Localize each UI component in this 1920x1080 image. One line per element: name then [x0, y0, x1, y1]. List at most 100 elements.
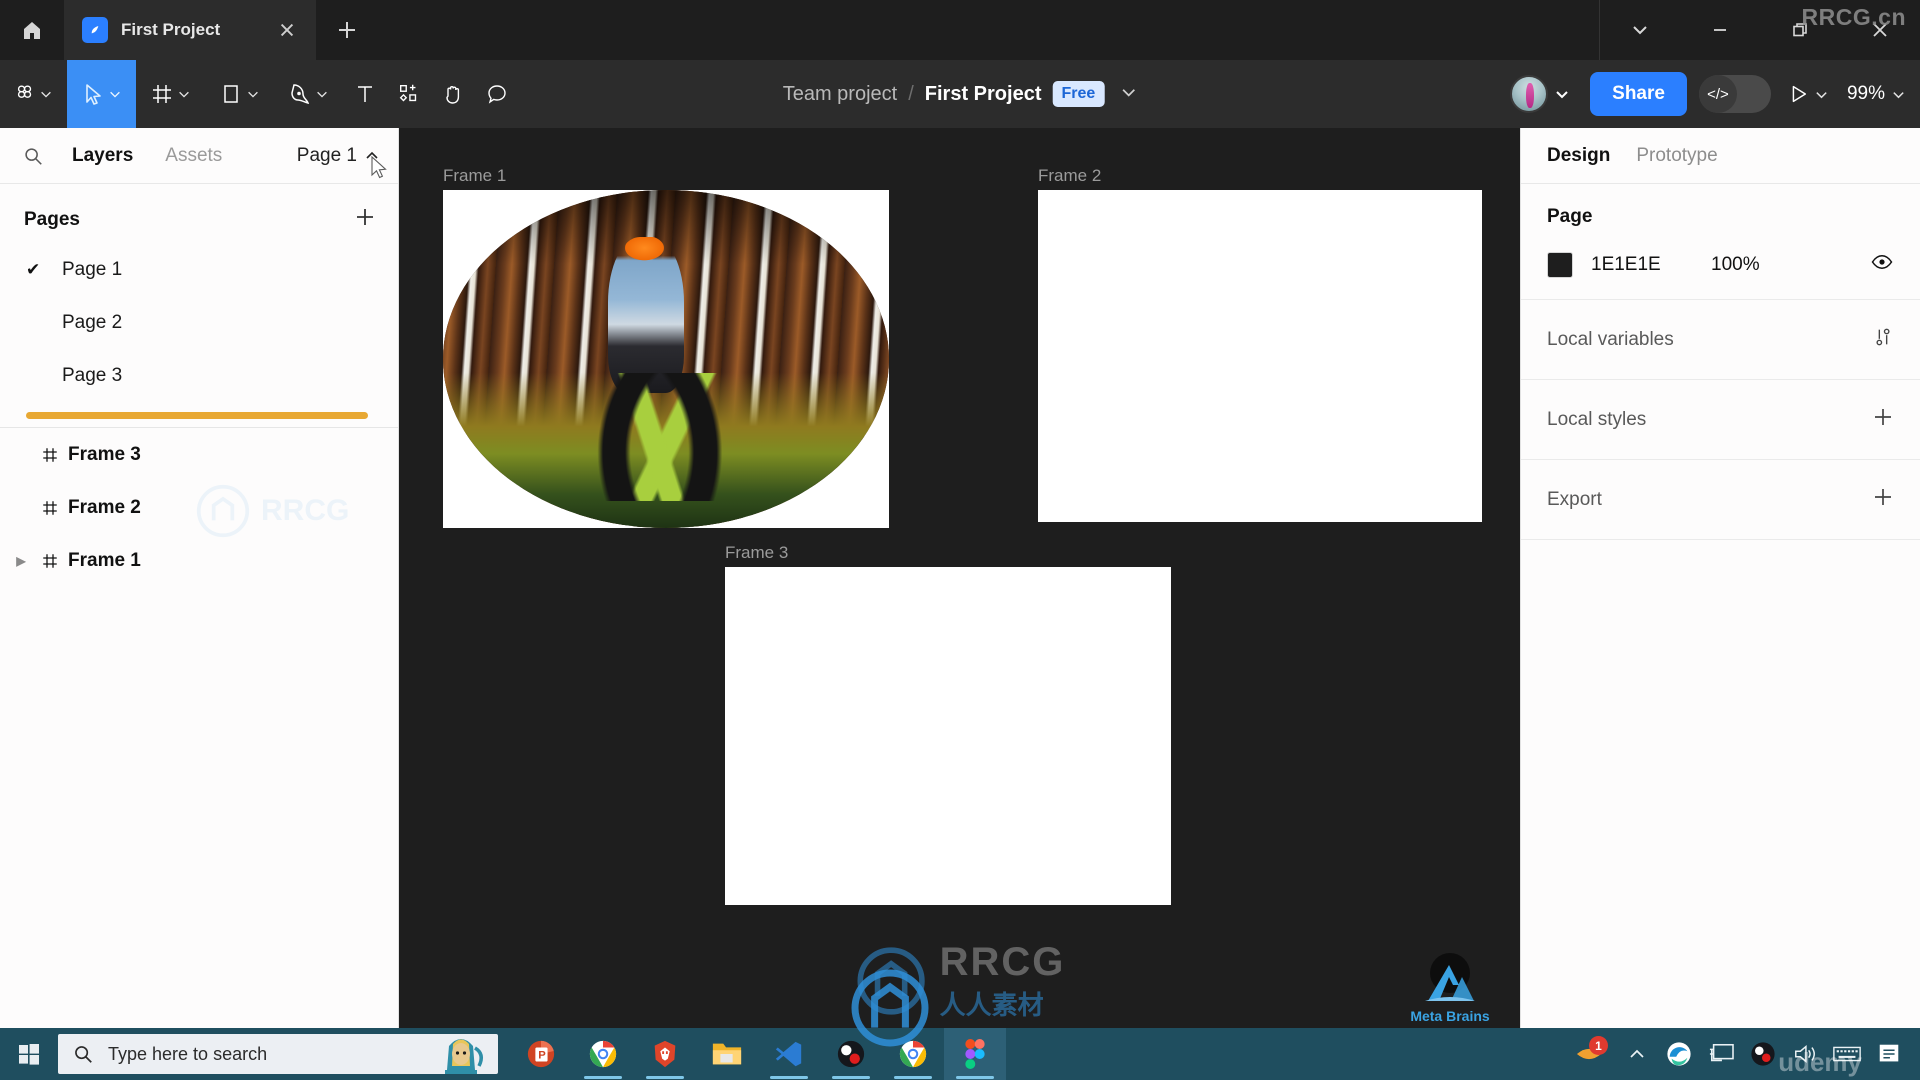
hand-tool-button[interactable]	[431, 60, 475, 128]
taskbar-app-powerpoint[interactable]: P	[510, 1028, 572, 1080]
tab-design[interactable]: Design	[1547, 145, 1610, 167]
pages-title: Pages	[24, 208, 80, 230]
frame-label-2[interactable]: Frame 2	[1038, 166, 1101, 186]
page-selector[interactable]: Page 1	[297, 145, 380, 167]
maximize-button[interactable]	[1760, 0, 1840, 60]
plus-icon	[1875, 488, 1891, 505]
eye-icon	[1871, 255, 1893, 269]
frame-label-1[interactable]: Frame 1	[443, 166, 506, 186]
figma-icon	[965, 1039, 985, 1069]
cyclist-photo	[443, 190, 889, 528]
project-tab[interactable]: First Project	[64, 0, 316, 60]
pages-scrollbar[interactable]	[26, 412, 368, 419]
tray-obs-button[interactable]	[1742, 1028, 1784, 1080]
design-canvas[interactable]: Frame 1 Frame 2 Frame 3 RRCG 人人素材 Meta B…	[399, 128, 1520, 1028]
frame-tool-icon	[153, 85, 171, 103]
shape-tool-button[interactable]	[205, 60, 274, 128]
page-item-label: Page 2	[62, 311, 123, 333]
color-swatch[interactable]	[1547, 251, 1573, 278]
add-style-button[interactable]	[1872, 406, 1894, 434]
taskbar-app-obs[interactable]	[820, 1028, 882, 1080]
pen-tool-button[interactable]	[274, 60, 343, 128]
breadcrumb-project[interactable]: First Project	[925, 83, 1042, 106]
tray-volume-button[interactable]	[1784, 1028, 1826, 1080]
browser-tab-bar: First Project RRCG.cn	[0, 0, 1920, 60]
rrcg-watermark-cn: 人人素材	[939, 990, 1044, 1020]
toolbar-right-group: Share </> 99%	[1500, 60, 1920, 128]
tool-group	[0, 60, 519, 128]
powerpoint-icon: P	[527, 1040, 555, 1068]
taskbar-app-brave[interactable]	[634, 1028, 696, 1080]
export-row[interactable]: Export	[1521, 460, 1920, 540]
right-sidebar: Design Prototype Page 1E1E1E 100% Local …	[1520, 128, 1920, 1028]
user-avatar-group[interactable]	[1500, 75, 1578, 113]
frame-tool-button[interactable]	[136, 60, 205, 128]
frame-icon	[32, 446, 68, 464]
window-chevron-button[interactable]	[1600, 0, 1680, 60]
network-icon	[1709, 1043, 1734, 1062]
chevron-down-icon	[179, 91, 189, 98]
layer-row-frame-2[interactable]: Frame 2	[0, 481, 398, 534]
frame-2[interactable]	[1038, 190, 1482, 522]
fill-opacity-value[interactable]: 100%	[1711, 254, 1760, 276]
start-button[interactable]	[0, 1028, 58, 1080]
page-item-3[interactable]: Page 3	[0, 349, 398, 402]
file-explorer-icon	[712, 1043, 742, 1065]
layer-row-frame-3[interactable]: Frame 3	[0, 428, 398, 481]
page-item-2[interactable]: Page 2	[0, 296, 398, 349]
figma-menu-icon	[17, 85, 32, 98]
tab-assets[interactable]: Assets	[149, 145, 238, 167]
right-panel-tabs: Design Prototype	[1521, 128, 1920, 184]
taskbar-app-chrome-2[interactable]	[882, 1028, 944, 1080]
tray-notification-app[interactable]: 1	[1562, 1028, 1616, 1080]
components-tool-button[interactable]	[387, 60, 431, 128]
fill-hex-value[interactable]: 1E1E1E	[1591, 254, 1711, 276]
comment-tool-button[interactable]	[475, 60, 519, 128]
expand-arrow-icon[interactable]: ▶	[10, 554, 32, 568]
home-button[interactable]	[0, 0, 64, 60]
frame-3[interactable]	[725, 567, 1171, 905]
frame-1[interactable]	[443, 190, 889, 528]
visibility-toggle[interactable]	[1870, 250, 1894, 279]
local-styles-row[interactable]: Local styles	[1521, 380, 1920, 460]
components-tool-icon	[399, 84, 417, 102]
tab-prototype[interactable]: Prototype	[1636, 145, 1717, 167]
text-tool-icon	[358, 86, 372, 102]
breadcrumb-team[interactable]: Team project	[783, 83, 898, 106]
local-variables-row[interactable]: Local variables	[1521, 300, 1920, 380]
notification-badge: 1	[1589, 1036, 1608, 1055]
chevron-down-icon	[1633, 26, 1647, 35]
taskbar-app-file-explorer[interactable]	[696, 1028, 758, 1080]
open-variables-button[interactable]	[1872, 326, 1894, 354]
minimize-button[interactable]	[1680, 0, 1760, 60]
close-window-button[interactable]	[1840, 0, 1920, 60]
move-tool-button[interactable]	[67, 60, 136, 128]
layers-search-button[interactable]	[22, 145, 56, 167]
taskbar-app-figma[interactable]	[944, 1028, 1006, 1080]
tab-layers[interactable]: Layers	[56, 145, 149, 167]
page-item-1[interactable]: ✔ Page 1	[0, 243, 398, 296]
dev-mode-toggle[interactable]: </>	[1698, 75, 1771, 113]
tray-expand-button[interactable]	[1616, 1028, 1658, 1080]
new-tab-button[interactable]	[316, 0, 378, 60]
tray-edge-icon-button[interactable]	[1658, 1028, 1700, 1080]
frame-label-3[interactable]: Frame 3	[725, 543, 788, 563]
hand-tool-icon	[446, 86, 460, 104]
close-tab-button[interactable]	[274, 17, 300, 43]
present-button[interactable]	[1771, 83, 1841, 105]
tray-notifications-button[interactable]	[1868, 1028, 1910, 1080]
breadcrumb-menu-button[interactable]	[1115, 83, 1137, 106]
text-tool-button[interactable]	[343, 60, 387, 128]
tray-network-button[interactable]	[1700, 1028, 1742, 1080]
figma-menu-button[interactable]	[0, 60, 67, 128]
tray-keyboard-button[interactable]	[1826, 1028, 1868, 1080]
add-export-button[interactable]	[1872, 486, 1894, 514]
add-page-button[interactable]	[354, 206, 376, 233]
zoom-control[interactable]: 99%	[1841, 83, 1906, 105]
share-button[interactable]: Share	[1590, 72, 1687, 116]
chevron-down-icon	[1556, 91, 1568, 99]
layer-row-frame-1[interactable]: ▶ Frame 1	[0, 534, 398, 587]
taskbar-search-input[interactable]: Type here to search	[58, 1034, 498, 1074]
taskbar-app-chrome[interactable]	[572, 1028, 634, 1080]
taskbar-app-vscode[interactable]	[758, 1028, 820, 1080]
